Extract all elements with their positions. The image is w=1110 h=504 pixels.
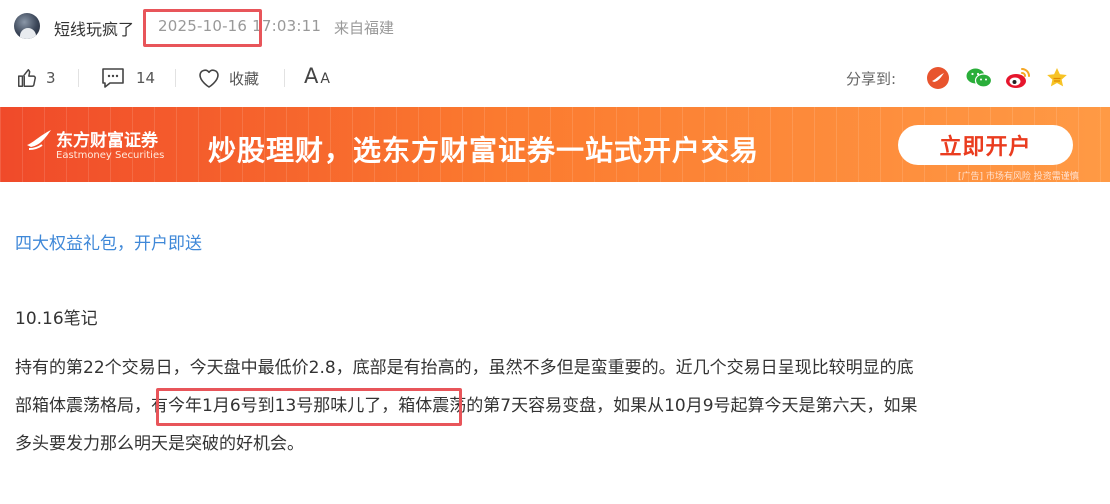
thumbs-up-icon (18, 69, 36, 87)
post-header: 短线玩疯了 2025-10-16 17:03:11 来自福建 (0, 0, 1110, 56)
favorite-star-icon[interactable] (1045, 66, 1069, 90)
text-highlight-box (156, 388, 462, 426)
favorite-button[interactable]: 收藏 (197, 66, 259, 90)
dongfang-icon[interactable] (926, 66, 950, 90)
open-account-button[interactable]: 立即开户 (898, 125, 1073, 165)
wechat-icon[interactable] (965, 66, 993, 90)
banner-slogan: 炒股理财，选东方财富证券一站式开户交易 (208, 134, 760, 167)
font-large-button[interactable]: A (304, 64, 318, 88)
eastmoney-logo-icon (27, 130, 51, 150)
date-highlight-box (143, 9, 262, 47)
brand-name-en: Eastmoney Securities (56, 150, 165, 161)
divider (78, 69, 79, 87)
promo-link[interactable]: 四大权益礼包，开户即送 (15, 229, 202, 254)
paragraph-line: 多头要发力那么明天是突破的好机会。 (15, 434, 304, 454)
ad-banner[interactable]: 东方财富证券 Eastmoney Securities 炒股理财，选东方财富证券… (0, 107, 1110, 182)
heart-icon (199, 69, 219, 88)
paragraph-line: 持有的第22个交易日，今天盘中最低价2.8，底部是有抬高的，虽然不多但是蛮重要的… (15, 358, 914, 378)
favorite-label: 收藏 (229, 69, 260, 88)
font-size-toggle[interactable]: AA (304, 64, 330, 88)
like-count: 3 (46, 69, 56, 87)
username[interactable]: 短线玩疯了 (54, 16, 134, 40)
comment-count: 14 (136, 69, 156, 87)
divider (175, 69, 176, 87)
ad-disclaimer: [广告] 市场有风险 投资需谨慎 (958, 172, 1079, 182)
divider (284, 69, 285, 87)
avatar[interactable] (14, 13, 40, 39)
comment-button[interactable]: 14 (101, 66, 155, 90)
brand-name: 东方财富证券 (56, 131, 158, 151)
like-button[interactable]: 3 (16, 66, 56, 90)
font-small-button[interactable]: A (320, 71, 330, 87)
note-title: 10.16笔记 (15, 309, 98, 329)
comment-icon (102, 68, 124, 88)
share-label: 分享到: (846, 70, 897, 88)
weibo-icon[interactable] (1005, 66, 1031, 90)
post-source: 来自福建 (334, 19, 395, 37)
